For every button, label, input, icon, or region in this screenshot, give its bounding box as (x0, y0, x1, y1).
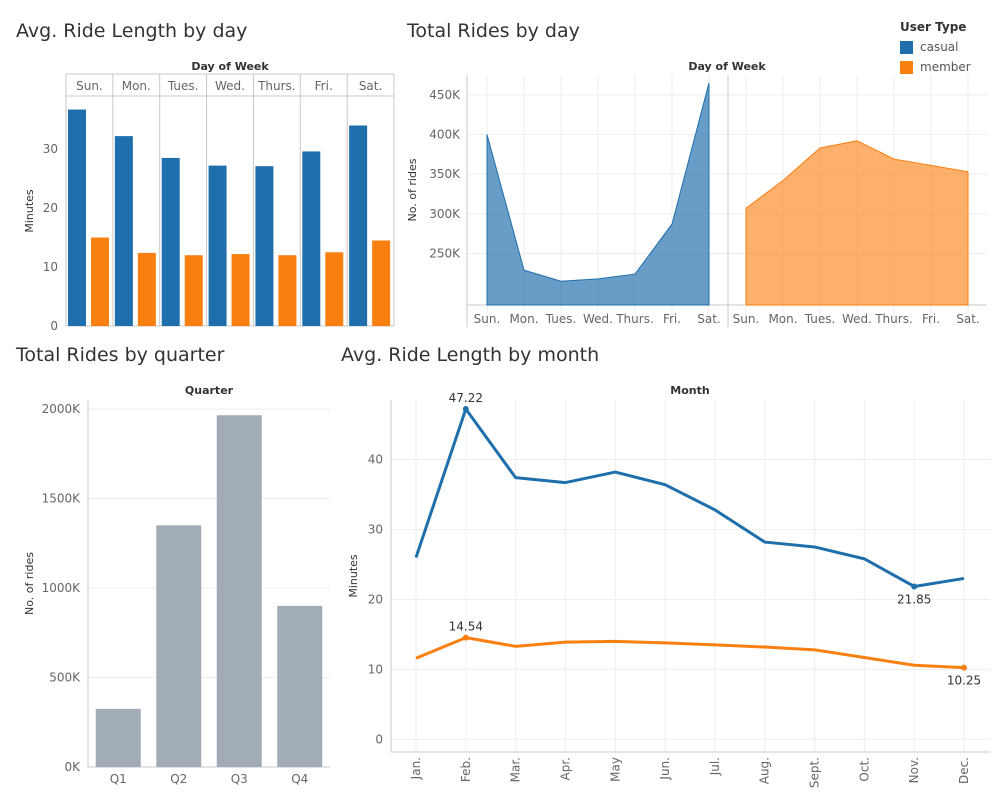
data-label: 47.22 (449, 391, 483, 405)
x-category-label: Tues. (167, 79, 199, 93)
marker-member (462, 634, 469, 641)
bar-quarter (156, 525, 202, 767)
axis-title-x-month: Month (670, 384, 709, 397)
x-category-label: Wed. (215, 79, 245, 93)
x-category-label: Thurs. (874, 312, 913, 326)
bar-casual (208, 165, 227, 326)
x-category-label: Wed. (583, 312, 613, 326)
x-category-label: Jul. (708, 757, 722, 776)
marker-member (961, 664, 967, 671)
x-category-label: Mar. (509, 757, 523, 782)
x-category-label: Dec. (957, 757, 971, 784)
bar-casual (68, 109, 86, 326)
charts-canvas: Day of Week Minutes 0 10 20 30 Sun. Mon. Tues. We… (23, 60, 990, 788)
y-tick-label: 500K (49, 670, 81, 684)
axis-title-x-day: Day of Week (191, 60, 269, 73)
bar-member (137, 252, 156, 326)
x-category-label: Sun. (733, 312, 760, 326)
bar-quarter (95, 708, 141, 767)
y-tick-label: 1500K (42, 491, 82, 505)
x-category-label: Nov. (907, 757, 921, 783)
x-category-label: Sun. (474, 312, 501, 326)
marker-casual (911, 583, 918, 590)
axis-title-y-minutes: Minutes (23, 189, 36, 233)
x-category-label: Mon. (509, 312, 538, 326)
x-category-label: Q2 (170, 772, 187, 786)
bar-member (184, 255, 203, 326)
y-tick-label: 300K (429, 207, 461, 221)
axis-title-x-quarter: Quarter (185, 384, 234, 397)
axis-title-y-rides-2: No. of rides (23, 552, 36, 615)
y-tick-label: 0K (64, 760, 81, 774)
bar-casual (161, 157, 180, 326)
marker-casual (462, 405, 469, 412)
bar-casual (302, 151, 321, 326)
line-member (415, 636, 965, 670)
x-category-label: Thurs. (257, 79, 296, 93)
bar-member (372, 240, 391, 326)
bar-member (91, 237, 109, 326)
y-tick-label: 10 (368, 662, 383, 676)
bar-casual (114, 136, 133, 326)
x-category-label: Q3 (231, 772, 248, 786)
y-tick-label: 400K (429, 127, 461, 141)
y-tick-label: 0 (50, 319, 58, 333)
x-category-label: Q4 (291, 772, 308, 786)
bar-member (325, 252, 344, 326)
data-label: 21.85 (897, 592, 931, 606)
x-category-label: Aug. (758, 757, 772, 784)
y-tick-label: 2000K (42, 402, 82, 416)
x-category-label: Oct. (857, 757, 871, 782)
y-tick-label: 20 (368, 592, 383, 606)
bar-casual (349, 125, 368, 326)
y-tick-label: 30 (43, 142, 58, 156)
bar-member (231, 254, 250, 326)
x-category-label: Jun. (658, 757, 672, 781)
axis-title-x-day-2: Day of Week (688, 60, 766, 73)
bar-quarter (216, 415, 262, 767)
y-tick-label: 1000K (42, 581, 82, 595)
axis-title-y-rides: No. of rides (406, 158, 419, 221)
x-category-label: Mon. (122, 79, 151, 93)
line-casual (414, 407, 965, 588)
x-category-label: Sept. (808, 757, 822, 788)
y-tick-label: 350K (429, 167, 461, 181)
x-category-label: Tues. (545, 312, 577, 326)
y-tick-label: 30 (368, 522, 383, 536)
x-category-label: Q1 (110, 772, 127, 786)
y-tick-label: 10 (43, 260, 58, 274)
y-tick-label: 250K (429, 246, 461, 260)
x-category-label: Sun. (76, 79, 103, 93)
x-category-label: Sat. (359, 79, 383, 93)
y-tick-label: 20 (43, 201, 58, 215)
bar-casual (255, 166, 274, 326)
x-category-label: Wed. (842, 312, 872, 326)
y-tick-label: 0 (375, 732, 383, 746)
x-category-label: Apr. (558, 757, 572, 780)
bar-member (278, 255, 297, 326)
y-tick-label: 40 (368, 452, 383, 466)
x-category-label: Fri. (922, 312, 940, 326)
x-category-label: Sat. (956, 312, 980, 326)
x-category-label: Feb. (459, 757, 473, 782)
data-label: 10.25 (947, 674, 981, 688)
bar-quarter (277, 605, 323, 767)
x-category-label: May (608, 757, 622, 782)
x-category-label: Jan. (409, 757, 423, 780)
x-category-label: Sat. (697, 312, 721, 326)
x-category-label: Mon. (768, 312, 797, 326)
x-category-label: Fri. (315, 79, 333, 93)
x-category-label: Fri. (663, 312, 681, 326)
axis-title-y-minutes-2: Minutes (347, 554, 360, 598)
x-category-label: Tues. (804, 312, 836, 326)
area-member (745, 140, 969, 306)
x-category-label: Thurs. (615, 312, 654, 326)
data-label: 14.54 (449, 620, 483, 634)
y-tick-label: 450K (429, 88, 461, 102)
